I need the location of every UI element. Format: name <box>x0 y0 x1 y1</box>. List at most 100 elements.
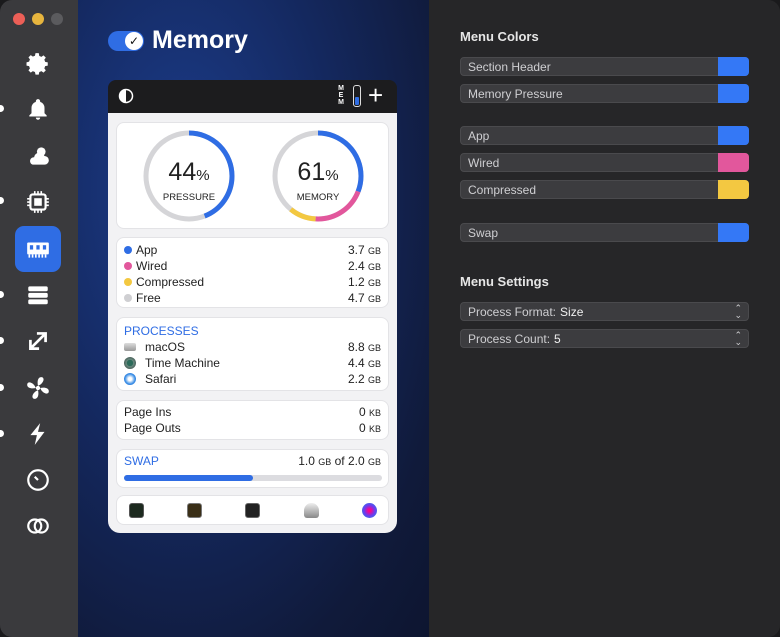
gauges-card: 44% PRESSURE 61% MEMORY <box>116 122 389 229</box>
rings-icon <box>27 518 49 534</box>
sidebar-indicator <box>0 291 4 298</box>
swap-card: SWAP 1.0 GB of 2.0 GB <box>116 449 389 488</box>
app-window: ✓ Memory MEM + 44% PRESSURE 61% MEMORY A… <box>0 0 780 637</box>
process-row[interactable]: macOS 8.8 GB <box>124 339 381 355</box>
page-outs-row: Page Outs 0 KB <box>124 421 381 435</box>
close-button[interactable] <box>13 13 25 25</box>
network-icon <box>29 332 47 350</box>
memory-icon <box>27 242 49 258</box>
cpu-icon <box>27 191 49 213</box>
sidebar-indicator <box>0 197 4 204</box>
process-count-select[interactable]: Process Count: 5 ⌃ ⌄ <box>460 329 749 348</box>
chevron-updown-icon: ⌃ ⌄ <box>734 330 742 347</box>
pages-card: Page Ins 0 KB Page Outs 0 KB <box>116 400 389 440</box>
disk-utility-icon[interactable] <box>304 503 319 518</box>
color-swatch[interactable] <box>718 223 749 242</box>
pressure-value: 44% <box>168 158 210 186</box>
sidebar-indicator <box>0 337 4 344</box>
console-icon[interactable] <box>187 503 202 518</box>
color-swatch[interactable] <box>718 57 749 76</box>
menubar-memory-bar <box>353 85 361 107</box>
menubar-preview: MEM + <box>108 80 397 113</box>
terminal-icon[interactable] <box>245 503 260 518</box>
memory-gauge: 61% MEMORY <box>270 128 366 224</box>
power-icon <box>30 423 45 445</box>
color-swatch[interactable] <box>718 126 749 145</box>
color-row-compressed[interactable]: Compressed <box>460 180 749 199</box>
sidebar-indicator <box>0 430 4 437</box>
color-row-app[interactable]: App <box>460 126 749 145</box>
sidebar-item-memory[interactable] <box>15 226 61 272</box>
app-shortcuts <box>116 495 389 525</box>
color-swatch[interactable] <box>718 84 749 103</box>
sidebar-item-network[interactable] <box>15 318 61 364</box>
settings-pane: Menu Colors Section Header Memory Pressu… <box>429 0 780 637</box>
free-dot <box>124 294 132 302</box>
breakdown-row: Free 4.7 GB <box>124 290 381 306</box>
app-dot <box>124 246 132 254</box>
contrast-icon[interactable] <box>118 88 134 104</box>
menubar-mem-label: MEM <box>337 85 345 106</box>
color-swatch[interactable] <box>718 180 749 199</box>
pressure-caption: PRESSURE <box>162 192 216 203</box>
title-row: ✓ Memory <box>108 26 248 55</box>
breakdown-card: App 3.7 GB Wired 2.4 GB Compressed 1.2 G… <box>116 237 389 308</box>
menu-colors-header: Menu Colors <box>460 29 539 44</box>
sidebar-item-general[interactable] <box>15 41 61 87</box>
sidebar-item-weather[interactable] <box>15 133 61 179</box>
sidebar-item-combined[interactable] <box>15 503 61 549</box>
activity-monitor-icon[interactable] <box>129 503 144 518</box>
memory-dropdown: 44% PRESSURE 61% MEMORY App 3.7 GB Wired… <box>108 113 397 533</box>
compressed-dot <box>124 278 132 286</box>
add-icon[interactable]: + <box>368 82 383 108</box>
process-row[interactable]: Safari 2.2 GB <box>124 371 381 387</box>
color-swatch[interactable] <box>718 153 749 172</box>
macos-icon <box>124 343 136 351</box>
swap-bar <box>124 475 382 481</box>
sidebar-item-disks[interactable] <box>15 272 61 318</box>
weather-icon <box>30 147 49 165</box>
color-row-swap[interactable]: Swap <box>460 223 749 242</box>
process-row[interactable]: Time Machine 4.4 GB <box>124 355 381 371</box>
safari-icon <box>124 373 136 385</box>
color-row-memory-pressure[interactable]: Memory Pressure <box>460 84 749 103</box>
color-row-wired[interactable]: Wired <box>460 153 749 172</box>
processes-card: PROCESSES macOS 8.8 GB Time Machine 4.4 … <box>116 317 389 391</box>
memory-caption: MEMORY <box>296 192 340 203</box>
sidebar-item-battery[interactable] <box>15 411 61 457</box>
fan-icon <box>27 377 49 399</box>
page-title: Memory <box>152 26 248 54</box>
clock-icon <box>27 469 49 491</box>
process-format-select[interactable]: Process Format: Size ⌃ ⌄ <box>460 302 749 321</box>
color-row-section-header[interactable]: Section Header <box>460 57 749 76</box>
breakdown-row: Wired 2.4 GB <box>124 258 381 274</box>
enable-toggle[interactable]: ✓ <box>108 30 144 51</box>
zoom-button[interactable] <box>51 13 63 25</box>
pressure-gauge: 44% PRESSURE <box>141 128 237 224</box>
sidebar-item-cpu[interactable] <box>15 179 61 225</box>
minimize-button[interactable] <box>32 13 44 25</box>
istat-icon[interactable] <box>362 503 377 518</box>
disk-icon <box>28 286 48 305</box>
sidebar-item-notifications[interactable] <box>15 87 61 133</box>
mem-label: MEM <box>338 85 344 106</box>
checkmark-icon: ✓ <box>125 31 143 50</box>
processes-title: PROCESSES <box>124 324 199 338</box>
preview-pane: ✓ Memory MEM + 44% PRESSURE 61% MEMORY A… <box>78 0 429 637</box>
bell-icon <box>29 99 47 120</box>
swap-value: 1.0 GB of 2.0 GB <box>298 454 381 468</box>
time-machine-icon <box>124 357 136 369</box>
sidebar-indicator <box>0 384 4 391</box>
window-controls <box>13 13 63 25</box>
sidebar <box>0 0 78 637</box>
swap-title: SWAP <box>124 454 159 468</box>
sidebar-item-sensors[interactable] <box>15 365 61 411</box>
page-ins-row: Page Ins 0 KB <box>124 405 381 419</box>
wired-dot <box>124 262 132 270</box>
sidebar-item-time[interactable] <box>15 457 61 503</box>
breakdown-row: App 3.7 GB <box>124 242 381 258</box>
menu-settings-header: Menu Settings <box>460 274 549 289</box>
sidebar-indicator <box>0 105 4 112</box>
breakdown-row: Compressed 1.2 GB <box>124 274 381 290</box>
chevron-updown-icon: ⌃ ⌄ <box>734 303 742 320</box>
